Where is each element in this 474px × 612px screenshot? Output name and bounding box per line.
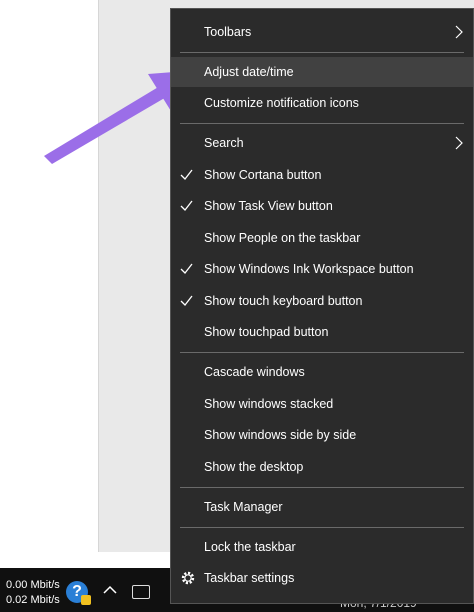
menu-separator xyxy=(180,527,464,528)
menu-item-label: Task Manager xyxy=(204,500,283,514)
network-speed-widget[interactable]: 0.00 Mbit/s 0.02 Mbit/s xyxy=(6,578,60,608)
badge-icon xyxy=(81,595,91,605)
menu-item-show-task-view-button[interactable]: Show Task View button xyxy=(171,191,473,221)
menu-item-label: Toolbars xyxy=(204,25,252,39)
menu-item-search[interactable]: Search xyxy=(171,128,473,158)
menu-item-toolbars[interactable]: Toolbars xyxy=(171,17,473,47)
menu-item-label: Show the desktop xyxy=(204,460,304,474)
menu-item-taskbar-settings[interactable]: Taskbar settings xyxy=(171,563,473,593)
checkmark-icon xyxy=(180,169,193,180)
menu-item-show-windows-ink-workspace-button[interactable]: Show Windows Ink Workspace button xyxy=(171,254,473,284)
menu-item-label: Show Windows Ink Workspace button xyxy=(204,262,414,276)
chevron-right-icon xyxy=(455,136,463,150)
menu-item-label: Taskbar settings xyxy=(204,571,295,585)
menu-item-label: Show People on the taskbar xyxy=(204,231,361,245)
checkmark-icon xyxy=(180,200,193,211)
menu-separator xyxy=(180,487,464,488)
menu-item-label: Cascade windows xyxy=(204,365,305,379)
menu-item-show-touch-keyboard-button[interactable]: Show touch keyboard button xyxy=(171,286,473,316)
menu-item-label: Show windows stacked xyxy=(204,397,334,411)
checkmark-icon xyxy=(180,295,193,306)
menu-item-label: Search xyxy=(204,136,244,150)
menu-item-label: Adjust date/time xyxy=(204,65,294,79)
menu-item-show-cortana-button[interactable]: Show Cortana button xyxy=(171,160,473,190)
menu-item-label: Show touchpad button xyxy=(204,325,329,339)
menu-item-cascade-windows[interactable]: Cascade windows xyxy=(171,357,473,387)
download-speed: 0.02 Mbit/s xyxy=(6,594,60,606)
menu-separator xyxy=(180,352,464,353)
tray-app-icon[interactable] xyxy=(132,585,150,599)
checkmark-icon xyxy=(180,263,193,274)
menu-item-label: Show windows side by side xyxy=(204,428,357,442)
menu-item-task-manager[interactable]: Task Manager xyxy=(171,492,473,522)
chevron-up-icon[interactable] xyxy=(100,582,120,598)
menu-item-label: Show touch keyboard button xyxy=(204,294,363,308)
menu-item-label: Show Task View button xyxy=(204,199,333,213)
menu-item-label: Show Cortana button xyxy=(204,168,322,182)
menu-separator xyxy=(180,52,464,53)
menu-item-show-the-desktop[interactable]: Show the desktop xyxy=(171,452,473,482)
menu-item-show-people-on-taskbar[interactable]: Show People on the taskbar xyxy=(171,223,473,253)
menu-item-label: Customize notification icons xyxy=(204,96,359,110)
menu-item-show-touchpad-button[interactable]: Show touchpad button xyxy=(171,317,473,347)
chevron-right-icon xyxy=(455,25,463,39)
upload-speed: 0.00 Mbit/s xyxy=(6,579,60,591)
menu-item-show-windows-side-by-side[interactable]: Show windows side by side xyxy=(171,420,473,450)
menu-separator xyxy=(180,123,464,124)
taskbar-context-menu: Toolbars Adjust date/time Customize noti… xyxy=(170,8,474,604)
menu-item-show-windows-stacked[interactable]: Show windows stacked xyxy=(171,389,473,419)
menu-item-lock-the-taskbar[interactable]: Lock the taskbar xyxy=(171,532,473,562)
gear-icon xyxy=(181,571,195,585)
menu-item-customize-notification-icons[interactable]: Customize notification icons xyxy=(171,88,473,118)
help-icon[interactable]: ? xyxy=(66,581,91,605)
menu-item-adjust-date-time[interactable]: Adjust date/time xyxy=(171,57,473,87)
menu-item-label: Lock the taskbar xyxy=(204,540,296,554)
